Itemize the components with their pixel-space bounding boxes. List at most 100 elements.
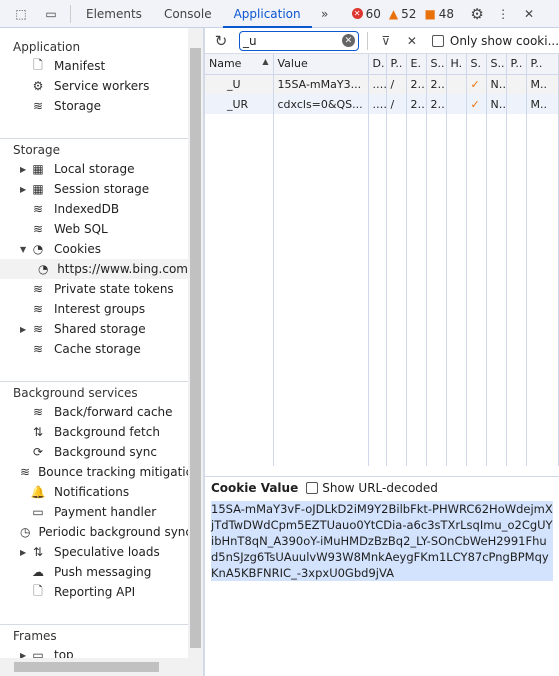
tab-elements[interactable]: Elements [75, 0, 153, 28]
clear-filtered-cookies-icon[interactable]: ⊽ [376, 34, 396, 48]
table-cell [506, 74, 527, 94]
sidebar-item[interactable]: ▶ ▦ Session storage [0, 179, 188, 199]
sidebar-item[interactable]: ◷ Periodic background sync [0, 522, 188, 542]
clear-filter-icon[interactable]: ✕ [341, 34, 355, 47]
sidebar-item[interactable]: 🔔 Notifications [0, 482, 188, 502]
table-cell: _U [205, 74, 274, 94]
sidebar-item[interactable]: ≋ Back/forward cache [0, 402, 188, 422]
refresh-icon[interactable]: ↻ [211, 32, 231, 50]
sidebar-item[interactable]: ≋ IndexedDB [0, 199, 188, 219]
tab-console[interactable]: Console [153, 0, 223, 28]
table-cell: 15SA-mMaY3... [273, 74, 369, 94]
empty-row [205, 114, 559, 466]
database-icon: ≋ [32, 99, 44, 113]
column-header[interactable]: Value [273, 54, 369, 75]
sidebar-scrollbar[interactable] [188, 28, 203, 658]
table-row[interactable]: _U15SA-mMaY3......./2...2...✓N..M.. [205, 74, 559, 94]
table-cell: _UR [205, 94, 274, 114]
filter-input[interactable]: _u ✕ [238, 30, 359, 51]
table-row[interactable]: _URcdxcls=0&QS......./2...2...✓N..M.. [205, 94, 559, 114]
cookies-table: Name ▲ Value D. P.. E. S.. H. S. S.. P.. P.. _U 15S… [205, 54, 559, 466]
table-cell: N.. [486, 94, 507, 114]
scrollbar-thumb[interactable] [190, 48, 201, 648]
sidebar-item[interactable]: ▶ ▦ Local storage [0, 159, 188, 179]
sidebar-item[interactable]: ≋ Cache storage [0, 339, 188, 359]
expand-arrow-icon[interactable]: ▼ [20, 245, 30, 254]
only-show-label: Only show cooki... [449, 33, 559, 48]
column-header[interactable]: E. [406, 54, 427, 75]
only-show-checkbox[interactable] [431, 34, 444, 47]
sidebar-item[interactable]: ☁ Push messaging [0, 562, 188, 582]
gears-icon: ⚙ [32, 79, 44, 93]
scrollbar-thumb[interactable] [14, 662, 159, 672]
cookies-panel: ↻ _u ✕ ⊽ ✕ Only show cooki... Name ▲ Value… [205, 28, 559, 676]
sidebar-item-label: Session storage [54, 182, 150, 196]
sidebar-item[interactable]: ◔ https://www.bing.com [0, 259, 188, 279]
table-cell [446, 74, 467, 94]
cookie-icon: ◔ [32, 242, 44, 256]
file-icon: 🗋 [33, 57, 43, 72]
table-cell: N.. [486, 74, 507, 94]
expand-arrow-icon[interactable]: ▶ [20, 165, 30, 174]
sidebar-item-label: Notifications [54, 485, 130, 499]
column-header[interactable]: S. [466, 54, 487, 75]
sidebar-item[interactable]: ▭ Payment handler [0, 502, 188, 522]
table-cell: 2... [406, 74, 427, 94]
sidebar-item-label: Manifest [54, 59, 106, 73]
sidebar-item[interactable]: 🗋 Manifest [0, 56, 188, 76]
more-tabs-icon[interactable]: » [312, 7, 338, 21]
issue-icon: ■ [424, 6, 436, 21]
column-header[interactable]: H. [446, 54, 467, 75]
sidebar-item[interactable]: ▶ ⇅ Speculative loads [0, 542, 188, 562]
sidebar-item-label: Storage [54, 99, 101, 113]
expand-arrow-icon[interactable]: ▶ [20, 185, 30, 194]
column-header[interactable]: S.. [426, 54, 447, 75]
column-header[interactable]: Name ▲ [205, 54, 274, 75]
column-label: E. [410, 57, 421, 71]
sidebar-item[interactable]: ≋ Web SQL [0, 219, 188, 239]
sidebar: Application 🗋 Manifest ⚙ Service workers ≋ Sto… [0, 28, 188, 658]
settings-icon[interactable]: ⚙ [462, 5, 492, 23]
sidebar-item[interactable]: ⚙ Service workers [0, 76, 188, 96]
sidebar-item[interactable]: 🗋 Reporting API [0, 582, 188, 602]
warning-count[interactable]: ▲ 52 [389, 7, 417, 21]
sidebar-item-label: Service workers [54, 79, 150, 93]
column-header[interactable]: P.. [506, 54, 527, 75]
tab-application[interactable]: Application [222, 0, 312, 28]
cookie-icon: ◔ [38, 262, 49, 276]
delete-selected-icon[interactable]: ✕ [400, 34, 424, 48]
table-cell: 2... [426, 74, 447, 94]
column-header[interactable]: S.. [486, 54, 507, 75]
column-header[interactable]: P.. [386, 54, 407, 75]
error-count[interactable]: ✕ 60 [351, 7, 381, 21]
sync-icon: ⟳ [32, 445, 44, 459]
column-header[interactable]: P.. [526, 54, 559, 75]
more-options-icon[interactable]: ⋮ [492, 7, 514, 21]
expand-arrow-icon[interactable]: ▶ [20, 325, 30, 334]
sidebar-item[interactable]: ≋ Interest groups [0, 299, 188, 319]
section-header: Background services [13, 386, 138, 400]
sidebar-item[interactable]: ≋ Bounce tracking mitigatic [0, 462, 188, 482]
show-url-decoded-checkbox[interactable] [306, 482, 319, 494]
column-header[interactable]: D. [368, 54, 387, 75]
expand-arrow-icon[interactable]: ▶ [20, 548, 30, 557]
database-icon: ≋ [32, 222, 44, 236]
sidebar-item[interactable]: ≋ Private state tokens [0, 279, 188, 299]
sidebar-item[interactable]: ⇅ Background fetch [0, 422, 188, 442]
sidebar-item[interactable]: ▼ ◔ Cookies [0, 239, 188, 259]
sidebar-item[interactable]: ≋ Storage [0, 96, 188, 116]
sidebar-item-label: Reporting API [54, 585, 136, 599]
sidebar-horizontal-scrollbar[interactable] [0, 658, 203, 676]
sidebar-item[interactable]: ⟳ Background sync [0, 442, 188, 462]
close-icon[interactable]: ✕ [514, 7, 544, 21]
sidebar-item[interactable]: ▶ ▭ top [0, 645, 188, 658]
issue-count[interactable]: ■ 48 [424, 7, 454, 21]
device-toolbar-icon[interactable]: ▭ [36, 7, 66, 21]
sidebar-item[interactable]: ▶ ≋ Shared storage [0, 319, 188, 339]
cookie-value-text[interactable]: 15SA-mMaY3vF-oJDLkD2iM9Y2BilbFkt-PHWRC62… [211, 501, 553, 581]
sidebar-item-label: Periodic background sync [38, 525, 188, 539]
cloud-icon: ☁ [32, 565, 44, 579]
section-header: Storage [13, 143, 60, 157]
expand-arrow-icon[interactable]: ▶ [20, 651, 30, 659]
inspect-element-icon[interactable]: ⬚ [6, 7, 36, 21]
